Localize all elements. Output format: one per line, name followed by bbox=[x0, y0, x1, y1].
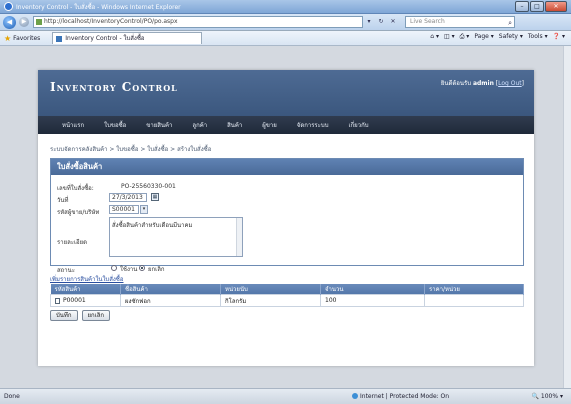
detail-text: สั่งซื้อสินค้าสำหรับเดือนมีนาคม bbox=[112, 222, 193, 229]
address-row: ◀ ▶ http://localhost/InventoryControl/PO… bbox=[0, 14, 571, 31]
cmd-help[interactable]: ❓ ▾ bbox=[553, 33, 565, 41]
form-actions: บันทึก ยกเลิก bbox=[50, 310, 111, 321]
app-header: Inventory Control ยินดีต้อนรับ admin [Lo… bbox=[38, 70, 534, 116]
command-bar: ⌂ ▾ ◫ ▾ ⎙ ▾ Page ▾ Safety ▾ Tools ▾ ❓ ▾ bbox=[430, 33, 565, 41]
date-input[interactable]: 27/3/2013 bbox=[109, 193, 147, 202]
ie-logo-icon bbox=[4, 2, 13, 11]
main-menu: หน้าแรก ใบขอซื้อ ขายสินค้า ลูกค้า สินค้า… bbox=[38, 116, 534, 134]
page-icon bbox=[36, 19, 42, 25]
cell-product-name: ผงซักฟอก bbox=[120, 294, 221, 307]
cmd-safety[interactable]: Safety ▾ bbox=[499, 33, 523, 41]
calendar-icon[interactable]: ▦ bbox=[151, 193, 159, 201]
back-button[interactable]: ◀ bbox=[3, 15, 16, 29]
browser-titlebar: Inventory Control - ใบสั่งซื้อ - Windows… bbox=[0, 0, 571, 14]
menu-item-products[interactable]: สินค้า bbox=[217, 120, 252, 130]
minimize-button[interactable]: – bbox=[515, 1, 529, 12]
logout-link[interactable]: Log Out bbox=[498, 80, 522, 87]
detail-textarea[interactable]: สั่งซื้อสินค้าสำหรับเดือนมีนาคม bbox=[109, 217, 243, 257]
tab-label: Inventory Control - ใบสั่งซื้อ bbox=[65, 35, 145, 42]
username: admin bbox=[472, 80, 494, 87]
textarea-scrollbar[interactable] bbox=[236, 218, 242, 256]
table-row[interactable]: P00001 ผงซักฟอก กิโลกรัม 100 bbox=[50, 294, 524, 307]
status-bar: Done Internet | Protected Mode: On 🔍 100… bbox=[0, 388, 571, 404]
window-controls: – □ ✕ bbox=[515, 1, 567, 12]
globe-icon bbox=[352, 393, 358, 399]
col-product-code[interactable]: รหัสสินค้า bbox=[50, 284, 121, 295]
refresh-icon[interactable]: ↻ bbox=[375, 16, 387, 28]
cell-unit: กิโลกรัม bbox=[220, 294, 321, 307]
app-title: Inventory Control bbox=[50, 80, 178, 94]
forward-button[interactable]: ▶ bbox=[19, 17, 29, 27]
menu-item-admin[interactable]: จัดการระบบ bbox=[287, 120, 339, 130]
menu-item-sales[interactable]: ขายสินค้า bbox=[136, 120, 182, 130]
window-title: Inventory Control - ใบสั่งซื้อ - Windows… bbox=[16, 3, 181, 11]
address-text: http://localhost/InventoryControl/PO/po.… bbox=[44, 18, 178, 25]
app-container: Inventory Control ยินดีต้อนรับ admin [Lo… bbox=[38, 70, 534, 366]
status-option-active: ใช้งาน bbox=[120, 266, 138, 273]
col-unit-price[interactable]: ราคา/หน่วย bbox=[424, 284, 524, 295]
status-radio-cancelled[interactable] bbox=[139, 265, 145, 271]
print-icon[interactable]: ⎙ ▾ bbox=[460, 33, 470, 41]
add-item-link[interactable]: เพิ่มรายการสินค้าในใบสั่งซื้อ bbox=[50, 274, 123, 284]
page-scrollbar[interactable] bbox=[563, 46, 571, 388]
po-form-panel: ใบสั่งซื้อสินค้า เลขที่ใบสั่งซื้อ: PO-25… bbox=[50, 158, 524, 274]
col-quantity[interactable]: จำนวน bbox=[320, 284, 425, 295]
home-icon[interactable]: ⌂ ▾ bbox=[430, 33, 439, 41]
breadcrumb[interactable]: ระบบจัดการคลังสินค้า > ใบขอซื้อ > ใบสั่ง… bbox=[50, 144, 211, 154]
search-input[interactable]: Live Search ⌕ bbox=[405, 16, 515, 28]
detail-label: รายละเอียด bbox=[57, 239, 88, 246]
page-viewport: Inventory Control ยินดีต้อนรับ admin [Lo… bbox=[0, 46, 571, 388]
favorites-button[interactable]: Favorites bbox=[13, 35, 40, 42]
browser-tab[interactable]: Inventory Control - ใบสั่งซื้อ bbox=[52, 32, 203, 44]
search-placeholder: Live Search bbox=[410, 18, 445, 25]
chevron-down-icon[interactable]: ▾ bbox=[140, 205, 148, 214]
supplier-select[interactable]: S00001 bbox=[109, 205, 139, 214]
user-info: ยินดีต้อนรับ admin [Log Out] bbox=[440, 80, 524, 87]
po-number-label: เลขที่ใบสั่งซื้อ: bbox=[57, 185, 94, 192]
menu-item-about[interactable]: เกี่ยวกับ bbox=[339, 120, 379, 130]
table-header-row: รหัสสินค้า ชื่อสินค้า หน่วยนับ จำนวน ราค… bbox=[50, 284, 524, 295]
zoom-control[interactable]: 🔍 100% ▾ bbox=[532, 393, 563, 400]
favorites-star-icon[interactable]: ★ bbox=[4, 34, 11, 43]
search-icon[interactable]: ⌕ bbox=[508, 18, 512, 28]
col-unit[interactable]: หน่วยนับ bbox=[220, 284, 321, 295]
cell-quantity: 100 bbox=[320, 294, 425, 307]
feeds-icon[interactable]: ◫ ▾ bbox=[444, 33, 455, 41]
product-code: P00001 bbox=[63, 297, 86, 304]
favorites-row: ★ Favorites Inventory Control - ใบสั่งซื… bbox=[0, 31, 571, 46]
welcome-text: ยินดีต้อนรับ bbox=[440, 80, 472, 87]
status-option-cancelled: ยกเลิก bbox=[148, 266, 165, 273]
cmd-tools[interactable]: Tools ▾ bbox=[528, 33, 548, 41]
save-button[interactable]: บันทึก bbox=[50, 310, 78, 321]
address-bar[interactable]: http://localhost/InventoryControl/PO/po.… bbox=[33, 16, 363, 28]
stop-icon[interactable]: ✕ bbox=[387, 16, 399, 28]
items-table: รหัสสินค้า ชื่อสินค้า หน่วยนับ จำนวน ราค… bbox=[50, 284, 524, 307]
menu-item-purchase-request[interactable]: ใบขอซื้อ bbox=[94, 120, 136, 130]
security-zone[interactable]: Internet | Protected Mode: On bbox=[352, 393, 449, 400]
cmd-page[interactable]: Page ▾ bbox=[474, 33, 493, 41]
po-number-value: PO-25560330-001 bbox=[121, 183, 176, 190]
panel-title: ใบสั่งซื้อสินค้า bbox=[51, 159, 523, 175]
cell-unit-price bbox=[424, 294, 524, 307]
zone-text: Internet | Protected Mode: On bbox=[360, 393, 450, 400]
cancel-button[interactable]: ยกเลิก bbox=[81, 310, 111, 321]
tab-page-icon bbox=[56, 36, 63, 42]
close-button[interactable]: ✕ bbox=[545, 1, 567, 12]
supplier-label: รหัสผู้ขาย/บริษัท bbox=[57, 209, 100, 216]
menu-item-customers[interactable]: ลูกค้า bbox=[182, 120, 217, 130]
status-radio-active[interactable] bbox=[111, 265, 117, 271]
menu-item-suppliers[interactable]: ผู้ขาย bbox=[252, 120, 287, 130]
maximize-button[interactable]: □ bbox=[530, 1, 544, 12]
address-dropdown-icon[interactable]: ▾ bbox=[363, 16, 375, 28]
menu-item-home[interactable]: หน้าแรก bbox=[52, 120, 94, 130]
status-text: Done bbox=[4, 393, 20, 400]
col-product-name[interactable]: ชื่อสินค้า bbox=[120, 284, 221, 295]
cell-product-code: P00001 bbox=[50, 294, 121, 307]
document-icon[interactable] bbox=[55, 297, 60, 304]
zoom-level: 100% bbox=[540, 393, 559, 400]
date-label: วันที่ bbox=[57, 197, 69, 204]
